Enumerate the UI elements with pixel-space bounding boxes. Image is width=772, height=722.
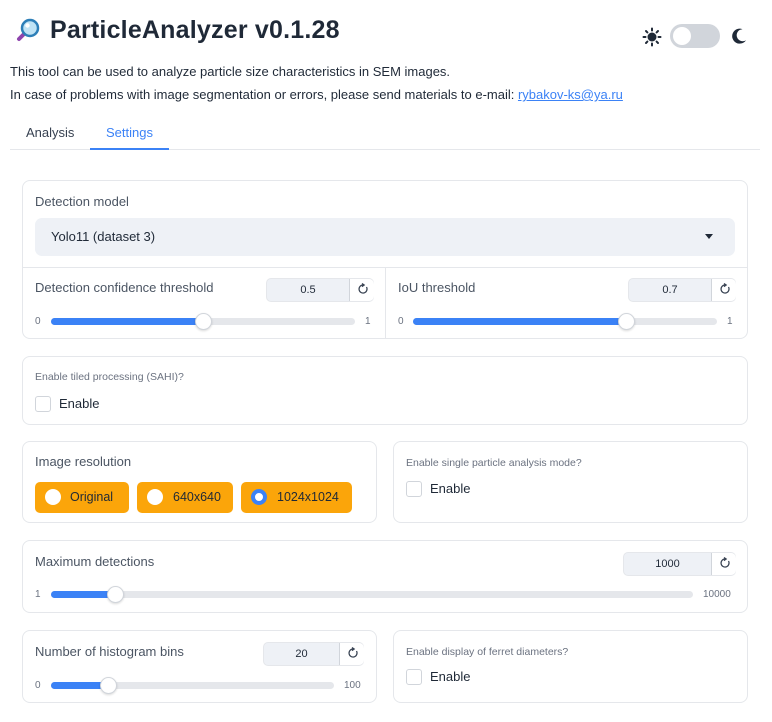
iou-max-label: 1	[727, 316, 733, 327]
theme-toggle	[642, 24, 752, 50]
ferret-label: Enable display of ferret diameters?	[406, 646, 569, 658]
histogram-bins-min-label: 0	[35, 680, 41, 691]
reset-icon	[348, 647, 358, 658]
divider	[385, 267, 386, 338]
single-particle-checkbox-label[interactable]: Enable	[430, 481, 470, 496]
radio-circle-selected	[251, 489, 267, 505]
confidence-max-label: 1	[365, 316, 371, 327]
iou-threshold-label: IoU threshold	[398, 280, 476, 295]
sahi-checkbox[interactable]	[35, 396, 51, 412]
theme-switch[interactable]	[670, 24, 720, 48]
iou-slider-fill	[413, 318, 626, 325]
resolution-option-1024[interactable]: 1024x1024	[241, 482, 352, 513]
resolution-option-640[interactable]: 640x640	[137, 482, 233, 513]
reset-icon	[720, 557, 730, 568]
image-resolution-card: Image resolution Original 640x640 1024x1…	[22, 441, 377, 523]
histogram-bins-label: Number of histogram bins	[35, 644, 184, 659]
app-title: ParticleAnalyzer v0.1.28	[50, 16, 340, 44]
iou-slider-thumb[interactable]	[617, 313, 635, 330]
max-detections-slider-thumb[interactable]	[107, 586, 125, 603]
app-header: ParticleAnalyzer v0.1.28	[10, 14, 762, 54]
tab-analysis[interactable]: Analysis	[10, 118, 90, 150]
magnifying-glass-icon	[17, 18, 40, 41]
description-line-1: This tool can be used to analyze particl…	[10, 64, 451, 79]
sahi-checkbox-label[interactable]: Enable	[59, 396, 99, 411]
image-resolution-label: Image resolution	[35, 454, 132, 469]
description-line-2: In case of problems with image segmentat…	[10, 87, 623, 102]
tab-bar: Analysis Settings	[10, 118, 760, 150]
max-detections-reset-button[interactable]	[711, 553, 736, 575]
confidence-reset-button[interactable]	[349, 279, 374, 301]
ferret-card: Enable display of ferret diameters? Enab…	[393, 630, 748, 703]
reset-icon	[358, 283, 368, 294]
max-detections-number-field	[623, 552, 736, 576]
tab-settings[interactable]: Settings	[90, 118, 169, 150]
ferret-checkbox[interactable]	[406, 669, 422, 685]
histogram-bins-number-field	[263, 642, 364, 666]
confidence-slider[interactable]	[51, 313, 355, 330]
single-particle-checkbox[interactable]	[406, 481, 422, 497]
histogram-bins-reset-button[interactable]	[339, 643, 364, 665]
confidence-threshold-label: Detection confidence threshold	[35, 280, 214, 295]
max-detections-input[interactable]	[624, 553, 711, 575]
iou-input[interactable]	[629, 279, 711, 301]
histogram-bins-slider-thumb[interactable]	[99, 677, 117, 694]
max-detections-max-label: 10000	[703, 589, 731, 600]
iou-number-field	[628, 278, 736, 302]
iou-reset-button[interactable]	[711, 279, 736, 301]
sun-icon	[642, 27, 662, 47]
max-detections-card: Maximum detections 1 10000	[22, 540, 748, 613]
histogram-bins-slider[interactable]	[51, 677, 334, 694]
max-detections-slider-fill	[51, 591, 116, 598]
resolution-option-original[interactable]: Original	[35, 482, 129, 513]
confidence-input[interactable]	[267, 279, 349, 301]
detection-model-label: Detection model	[35, 194, 129, 209]
single-particle-card: Enable single particle analysis mode? En…	[393, 441, 748, 523]
confidence-min-label: 0	[35, 316, 41, 327]
description-text: In case of problems with image segmentat…	[10, 87, 518, 102]
moon-icon	[732, 28, 746, 44]
model-settings-card: Detection model Yolo11 (dataset 3) Detec…	[22, 180, 748, 339]
histogram-bins-input[interactable]	[264, 643, 339, 665]
reset-icon	[720, 283, 730, 294]
sahi-card: Enable tiled processing (SAHI)? Enable	[22, 356, 748, 425]
resolution-option-label: 640x640	[173, 490, 221, 504]
confidence-slider-thumb[interactable]	[195, 313, 212, 330]
radio-circle	[45, 489, 61, 505]
iou-slider[interactable]	[413, 313, 717, 330]
iou-min-label: 0	[398, 316, 404, 327]
max-detections-label: Maximum detections	[35, 554, 155, 569]
chevron-down-icon	[705, 234, 713, 239]
radio-circle	[147, 489, 163, 505]
detection-model-value: Yolo11 (dataset 3)	[51, 229, 156, 244]
ferret-checkbox-label[interactable]: Enable	[430, 669, 470, 684]
max-detections-min-label: 1	[35, 589, 41, 600]
resolution-option-label: 1024x1024	[277, 490, 339, 504]
histogram-bins-max-label: 100	[344, 680, 361, 691]
theme-switch-knob	[673, 27, 691, 45]
histogram-bins-card: Number of histogram bins 0 100	[22, 630, 377, 703]
detection-model-dropdown[interactable]: Yolo11 (dataset 3)	[35, 218, 735, 256]
single-particle-label: Enable single particle analysis mode?	[406, 457, 582, 469]
max-detections-slider[interactable]	[51, 586, 693, 603]
email-link[interactable]: rybakov-ks@ya.ru	[518, 87, 623, 102]
resolution-option-label: Original	[70, 490, 114, 504]
sahi-label: Enable tiled processing (SAHI)?	[35, 371, 184, 383]
confidence-slider-fill	[51, 318, 203, 325]
confidence-number-field	[266, 278, 374, 302]
